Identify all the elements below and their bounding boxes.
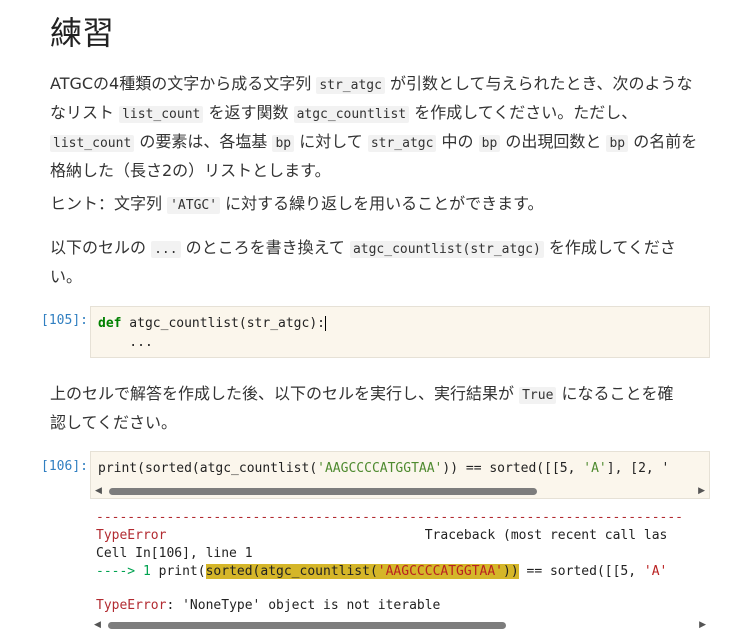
check-instruction: 上のセルで解答を作成した後、以下のセルを実行し、実行結果が True になること… xyxy=(50,384,674,432)
scrollbar-thumb[interactable] xyxy=(109,488,537,495)
scroll-right-arrow-icon[interactable]: ▶ xyxy=(698,486,705,496)
traceback-separator: ----------------------------------------… xyxy=(96,510,683,525)
cell-105-prompt: [105]: xyxy=(41,313,88,328)
scroll-left-arrow-icon[interactable]: ◀ xyxy=(95,486,102,496)
task-description: ATGCの4種類の文字から成る文字列 str_atgc が引数として与えられたと… xyxy=(50,74,698,180)
code-cell-106[interactable]: print(sorted(atgc_countlist('AAGCCCCATGG… xyxy=(90,451,710,499)
output-scroll-right-arrow-icon[interactable]: ▶ xyxy=(699,620,706,630)
exercise-heading: 練習 xyxy=(50,14,115,52)
output-scroll-left-arrow-icon[interactable]: ◀ xyxy=(94,620,101,630)
code-line-print[interactable]: print(sorted(atgc_countlist('AAGCCCCATGG… xyxy=(98,459,709,478)
text-cursor xyxy=(324,316,326,331)
cell-106-prompt: [106]: xyxy=(41,459,88,474)
traceback-code-line: ----> 1 print(sorted(atgc_countlist('AAG… xyxy=(96,564,668,579)
code-line-2[interactable]: ... xyxy=(98,333,709,352)
cell-106-horizontal-scrollbar[interactable]: ◀ ▶ xyxy=(91,484,709,498)
code-cell-105[interactable]: def atgc_countlist(str_atgc): ... xyxy=(90,306,710,358)
hint-text: ヒント：文字列 'ATGC' に対する繰り返しを用いることができます。 xyxy=(50,194,544,214)
code-line-1[interactable]: def atgc_countlist(str_atgc): xyxy=(98,314,709,333)
error-highlight: sorted(atgc_countlist('AAGCCCCATGGTAA')) xyxy=(205,564,519,579)
error-message: TypeError: 'NoneType' object is not iter… xyxy=(96,598,441,613)
traceback-cell-line: Cell In[106], line 1 xyxy=(96,546,253,561)
output-scrollbar-thumb[interactable] xyxy=(108,622,506,629)
output-horizontal-scrollbar[interactable]: ◀ ▶ xyxy=(90,618,710,632)
traceback-header: TypeError Traceback (most recent call la… xyxy=(96,528,668,543)
instruction-text: 以下のセルの ... のところを書き換えて atgc_countlist(str… xyxy=(50,238,676,286)
